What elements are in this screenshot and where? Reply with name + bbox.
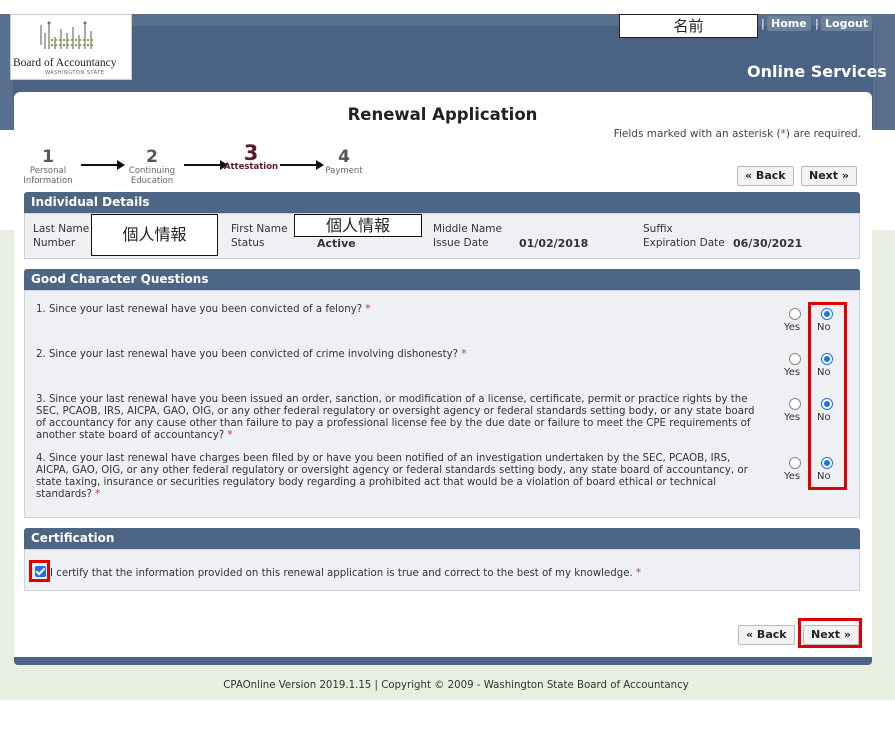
- question-4: 4. Since your last renewal have charges …: [36, 453, 748, 500]
- user-name-redaction: 名前: [619, 14, 758, 38]
- yes-label: Yes: [784, 367, 801, 378]
- yes-label: Yes: [784, 322, 801, 333]
- required-fields-note: Fields marked with an asterisk (*) are r…: [613, 128, 861, 140]
- status-value: Active: [317, 237, 356, 250]
- q2-yes-radio[interactable]: [789, 353, 801, 365]
- home-link[interactable]: Home: [767, 16, 811, 31]
- logo-subtext: WASHINGTON STATE: [45, 70, 105, 76]
- status-label: Status: [231, 237, 265, 249]
- no-answers-highlight: [808, 302, 847, 490]
- yes-label: Yes: [784, 471, 801, 482]
- q1-yes-radio[interactable]: [789, 308, 801, 320]
- yes-label: Yes: [784, 412, 801, 423]
- logout-link[interactable]: Logout: [821, 16, 873, 31]
- logo-text: Board of Accountancy: [13, 57, 117, 69]
- certification-text: I certify that the information provided …: [50, 568, 642, 579]
- first-name-redaction: 個人情報: [294, 214, 422, 237]
- q4-yes-radio[interactable]: [789, 457, 801, 469]
- question-2: 2. Since your last renewal have you been…: [36, 349, 467, 360]
- next-button-highlight: [798, 618, 862, 648]
- online-services-title: Online Services: [747, 62, 887, 81]
- personal-info-redaction: 個人情報: [91, 214, 218, 256]
- certification-heading: Certification: [24, 528, 860, 549]
- top-band: [0, 0, 895, 14]
- last-name-label: Last Name: [33, 223, 90, 235]
- suffix-label: Suffix: [643, 223, 673, 235]
- next-button-top[interactable]: Next »: [801, 166, 857, 186]
- step-payment[interactable]: 4 Payment: [316, 148, 372, 176]
- individual-details-heading: Individual Details: [24, 192, 860, 213]
- footer-copyright: CPAOnline Version 2019.1.15 | Copyright …: [223, 680, 689, 691]
- checkbox-highlight: [29, 560, 50, 582]
- back-button-top[interactable]: « Back: [737, 166, 794, 186]
- expiration-date-value: 06/30/2021: [733, 237, 803, 250]
- good-character-heading: Good Character Questions: [24, 269, 860, 290]
- step-arrow-icon: [81, 160, 125, 170]
- page-title: Renewal Application: [347, 105, 538, 124]
- first-name-label: First Name: [231, 223, 288, 235]
- board-logo[interactable]: Board of Accountancy WASHINGTON STATE: [10, 14, 132, 80]
- question-3: 3. Since your last renewal have you been…: [36, 394, 755, 441]
- link-separator: |: [761, 17, 765, 30]
- step-arrow-icon: [280, 160, 324, 170]
- middle-name-label: Middle Name: [433, 223, 502, 235]
- card-bottom-bar: [14, 657, 872, 665]
- step-continuing-education[interactable]: 2 Continuing Education: [124, 148, 180, 186]
- expiration-date-label: Expiration Date: [643, 237, 725, 249]
- back-button-bottom[interactable]: « Back: [738, 625, 795, 645]
- step-arrow-icon: [184, 160, 228, 170]
- step-attestation: 3 Attestation: [223, 141, 279, 173]
- question-1: 1. Since your last renewal have you been…: [36, 304, 371, 315]
- link-separator: |: [815, 17, 819, 30]
- step-personal-information[interactable]: 1 Personal Information: [20, 148, 76, 186]
- issue-date-label: Issue Date: [433, 237, 489, 249]
- q3-yes-radio[interactable]: [789, 398, 801, 410]
- number-label: Number: [33, 237, 76, 249]
- issue-date-value: 01/02/2018: [519, 237, 589, 250]
- logo-graphic-icon: [40, 21, 93, 49]
